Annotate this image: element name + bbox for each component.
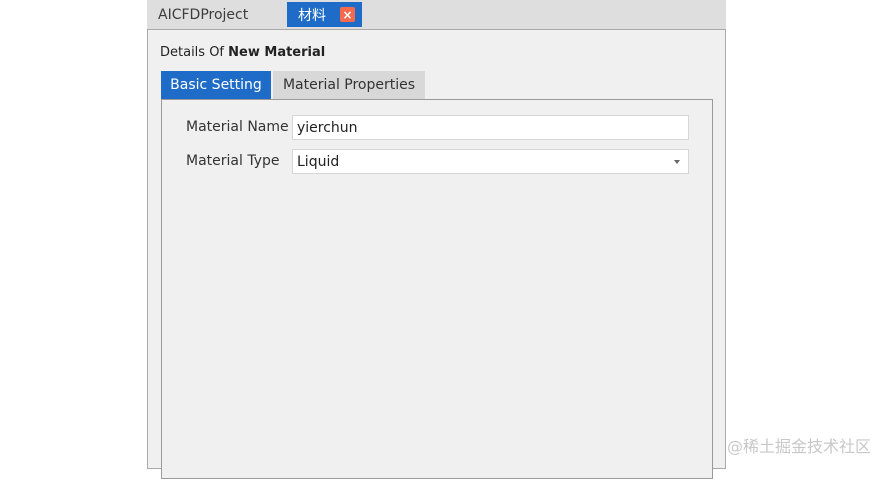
close-icon[interactable]: × bbox=[340, 7, 355, 22]
material-name-value: yierchun bbox=[297, 119, 358, 136]
material-name-heading: New Material bbox=[228, 45, 326, 60]
material-type-select[interactable]: Liquid bbox=[292, 149, 689, 174]
document-tab-bar: AICFDProject 材料 × bbox=[147, 0, 726, 29]
material-editor-window: AICFDProject 材料 × Details Of New Materia… bbox=[147, 0, 726, 479]
details-title-prefix: Details Of bbox=[160, 45, 229, 60]
tab-basic-setting[interactable]: Basic Setting bbox=[161, 71, 271, 99]
tab-material-properties[interactable]: Material Properties bbox=[273, 71, 425, 99]
tab-aicfd-project[interactable]: AICFDProject bbox=[148, 2, 286, 27]
tab-project-label: AICFDProject bbox=[158, 6, 249, 23]
material-name-label: Material Name bbox=[186, 119, 289, 135]
dropdown-arrow-icon[interactable] bbox=[674, 160, 680, 164]
material-type-label: Material Type bbox=[186, 153, 280, 169]
material-type-value: Liquid bbox=[297, 153, 340, 170]
tab-basic-setting-label: Basic Setting bbox=[170, 77, 262, 93]
tab-material-label: 材料 bbox=[298, 7, 326, 24]
watermark: @稀土掘金技术社区 bbox=[726, 437, 871, 456]
material-name-input[interactable]: yierchun bbox=[292, 115, 689, 140]
tab-material-properties-label: Material Properties bbox=[282, 77, 416, 93]
basic-setting-content: Material Name yierchun Material Type Liq… bbox=[161, 99, 713, 479]
details-title: Details Of New Material bbox=[160, 45, 325, 60]
tab-material[interactable]: 材料 × bbox=[287, 2, 362, 27]
details-panel: Details Of New Material Basic Setting Ma… bbox=[147, 29, 726, 479]
